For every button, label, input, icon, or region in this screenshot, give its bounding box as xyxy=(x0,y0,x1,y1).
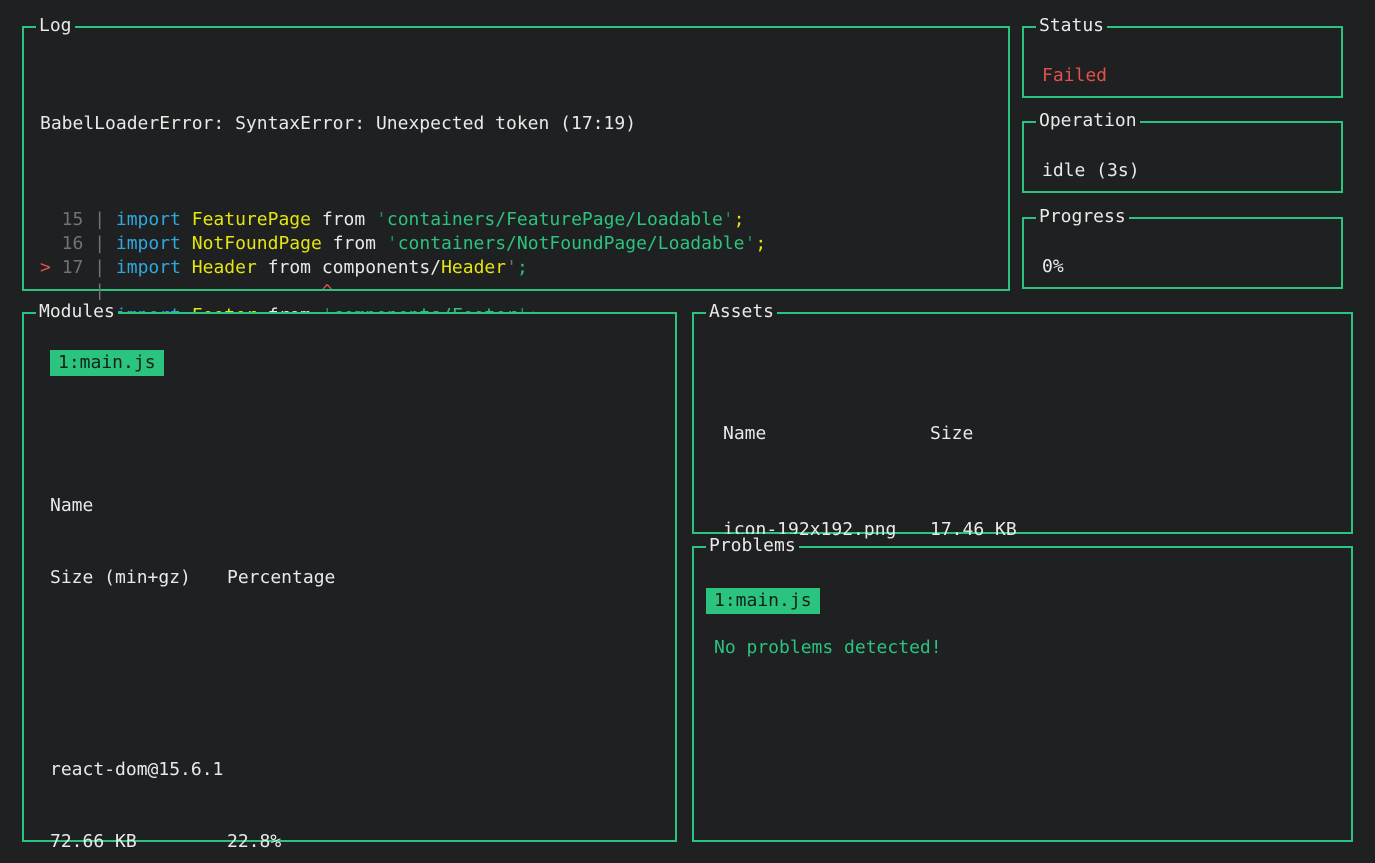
status-panel-title: Status xyxy=(1036,14,1107,38)
modules-header-line2: Size (min+gz)Percentage xyxy=(50,566,675,590)
modules-panel: Modules 1:main.js Name Size (min+gz)Perc… xyxy=(22,312,677,842)
assets-panel-title: Assets xyxy=(706,300,777,324)
problems-context-badge: 1:main.js xyxy=(706,588,820,614)
log-panel: Log BabelLoaderError: SyntaxError: Unexp… xyxy=(22,26,1010,291)
asset-size: 17.46 KB xyxy=(930,519,1017,540)
problems-panel-title: Problems xyxy=(706,534,799,558)
status-value: Failed xyxy=(1042,64,1341,88)
progress-value: 0% xyxy=(1042,255,1341,279)
operation-panel: Operation idle (3s) xyxy=(1022,121,1343,193)
asset-row: icon-192x192.png17.46 KB xyxy=(723,518,1351,542)
assets-header-row: NameSize xyxy=(723,422,1351,446)
problems-panel: Problems 1:main.js No problems detected! xyxy=(692,546,1353,842)
module-size: 72.66 KB xyxy=(50,830,227,854)
progress-panel-title: Progress xyxy=(1036,205,1129,229)
modules-table: Name Size (min+gz)Percentage react-dom@1… xyxy=(50,398,675,863)
code-line: | ^ xyxy=(40,280,1008,304)
code-line: 16 | import NotFoundPage from 'container… xyxy=(40,232,1008,256)
progress-panel: Progress 0% xyxy=(1022,217,1343,289)
modules-context-badge: 1:main.js xyxy=(50,350,164,376)
operation-panel-title: Operation xyxy=(1036,109,1140,133)
error-message: BabelLoaderError: SyntaxError: Unexpecte… xyxy=(40,112,1008,136)
module-row: react-dom@15.6.1 72.66 KB22.8% xyxy=(50,710,675,863)
assets-panel: Assets NameSize icon-192x192.png17.46 KB xyxy=(692,312,1353,534)
modules-col-percentage: Percentage xyxy=(227,567,335,588)
modules-body: 1:main.js Name Size (min+gz)Percentage r… xyxy=(50,350,675,863)
modules-col-name: Name xyxy=(50,494,675,518)
assets-col-size: Size xyxy=(930,423,973,444)
problems-body: 1:main.js No problems detected! xyxy=(706,588,1351,660)
modules-header-row: Name Size (min+gz)Percentage xyxy=(50,446,675,638)
module-name: react-dom@15.6.1 xyxy=(50,758,675,782)
modules-col-size: Size (min+gz) xyxy=(50,566,227,590)
assets-col-name: Name xyxy=(723,422,930,446)
problems-message: No problems detected! xyxy=(714,636,1351,660)
module-percentage: 22.8% xyxy=(227,831,281,852)
operation-value: idle (3s) xyxy=(1042,159,1341,183)
code-line: > 17 | import Header from components/Hea… xyxy=(40,256,1008,280)
log-panel-title: Log xyxy=(36,14,75,38)
code-line: 15 | import FeaturePage from 'containers… xyxy=(40,208,1008,232)
modules-panel-title: Modules xyxy=(36,300,118,324)
status-panel: Status Failed xyxy=(1022,26,1343,98)
